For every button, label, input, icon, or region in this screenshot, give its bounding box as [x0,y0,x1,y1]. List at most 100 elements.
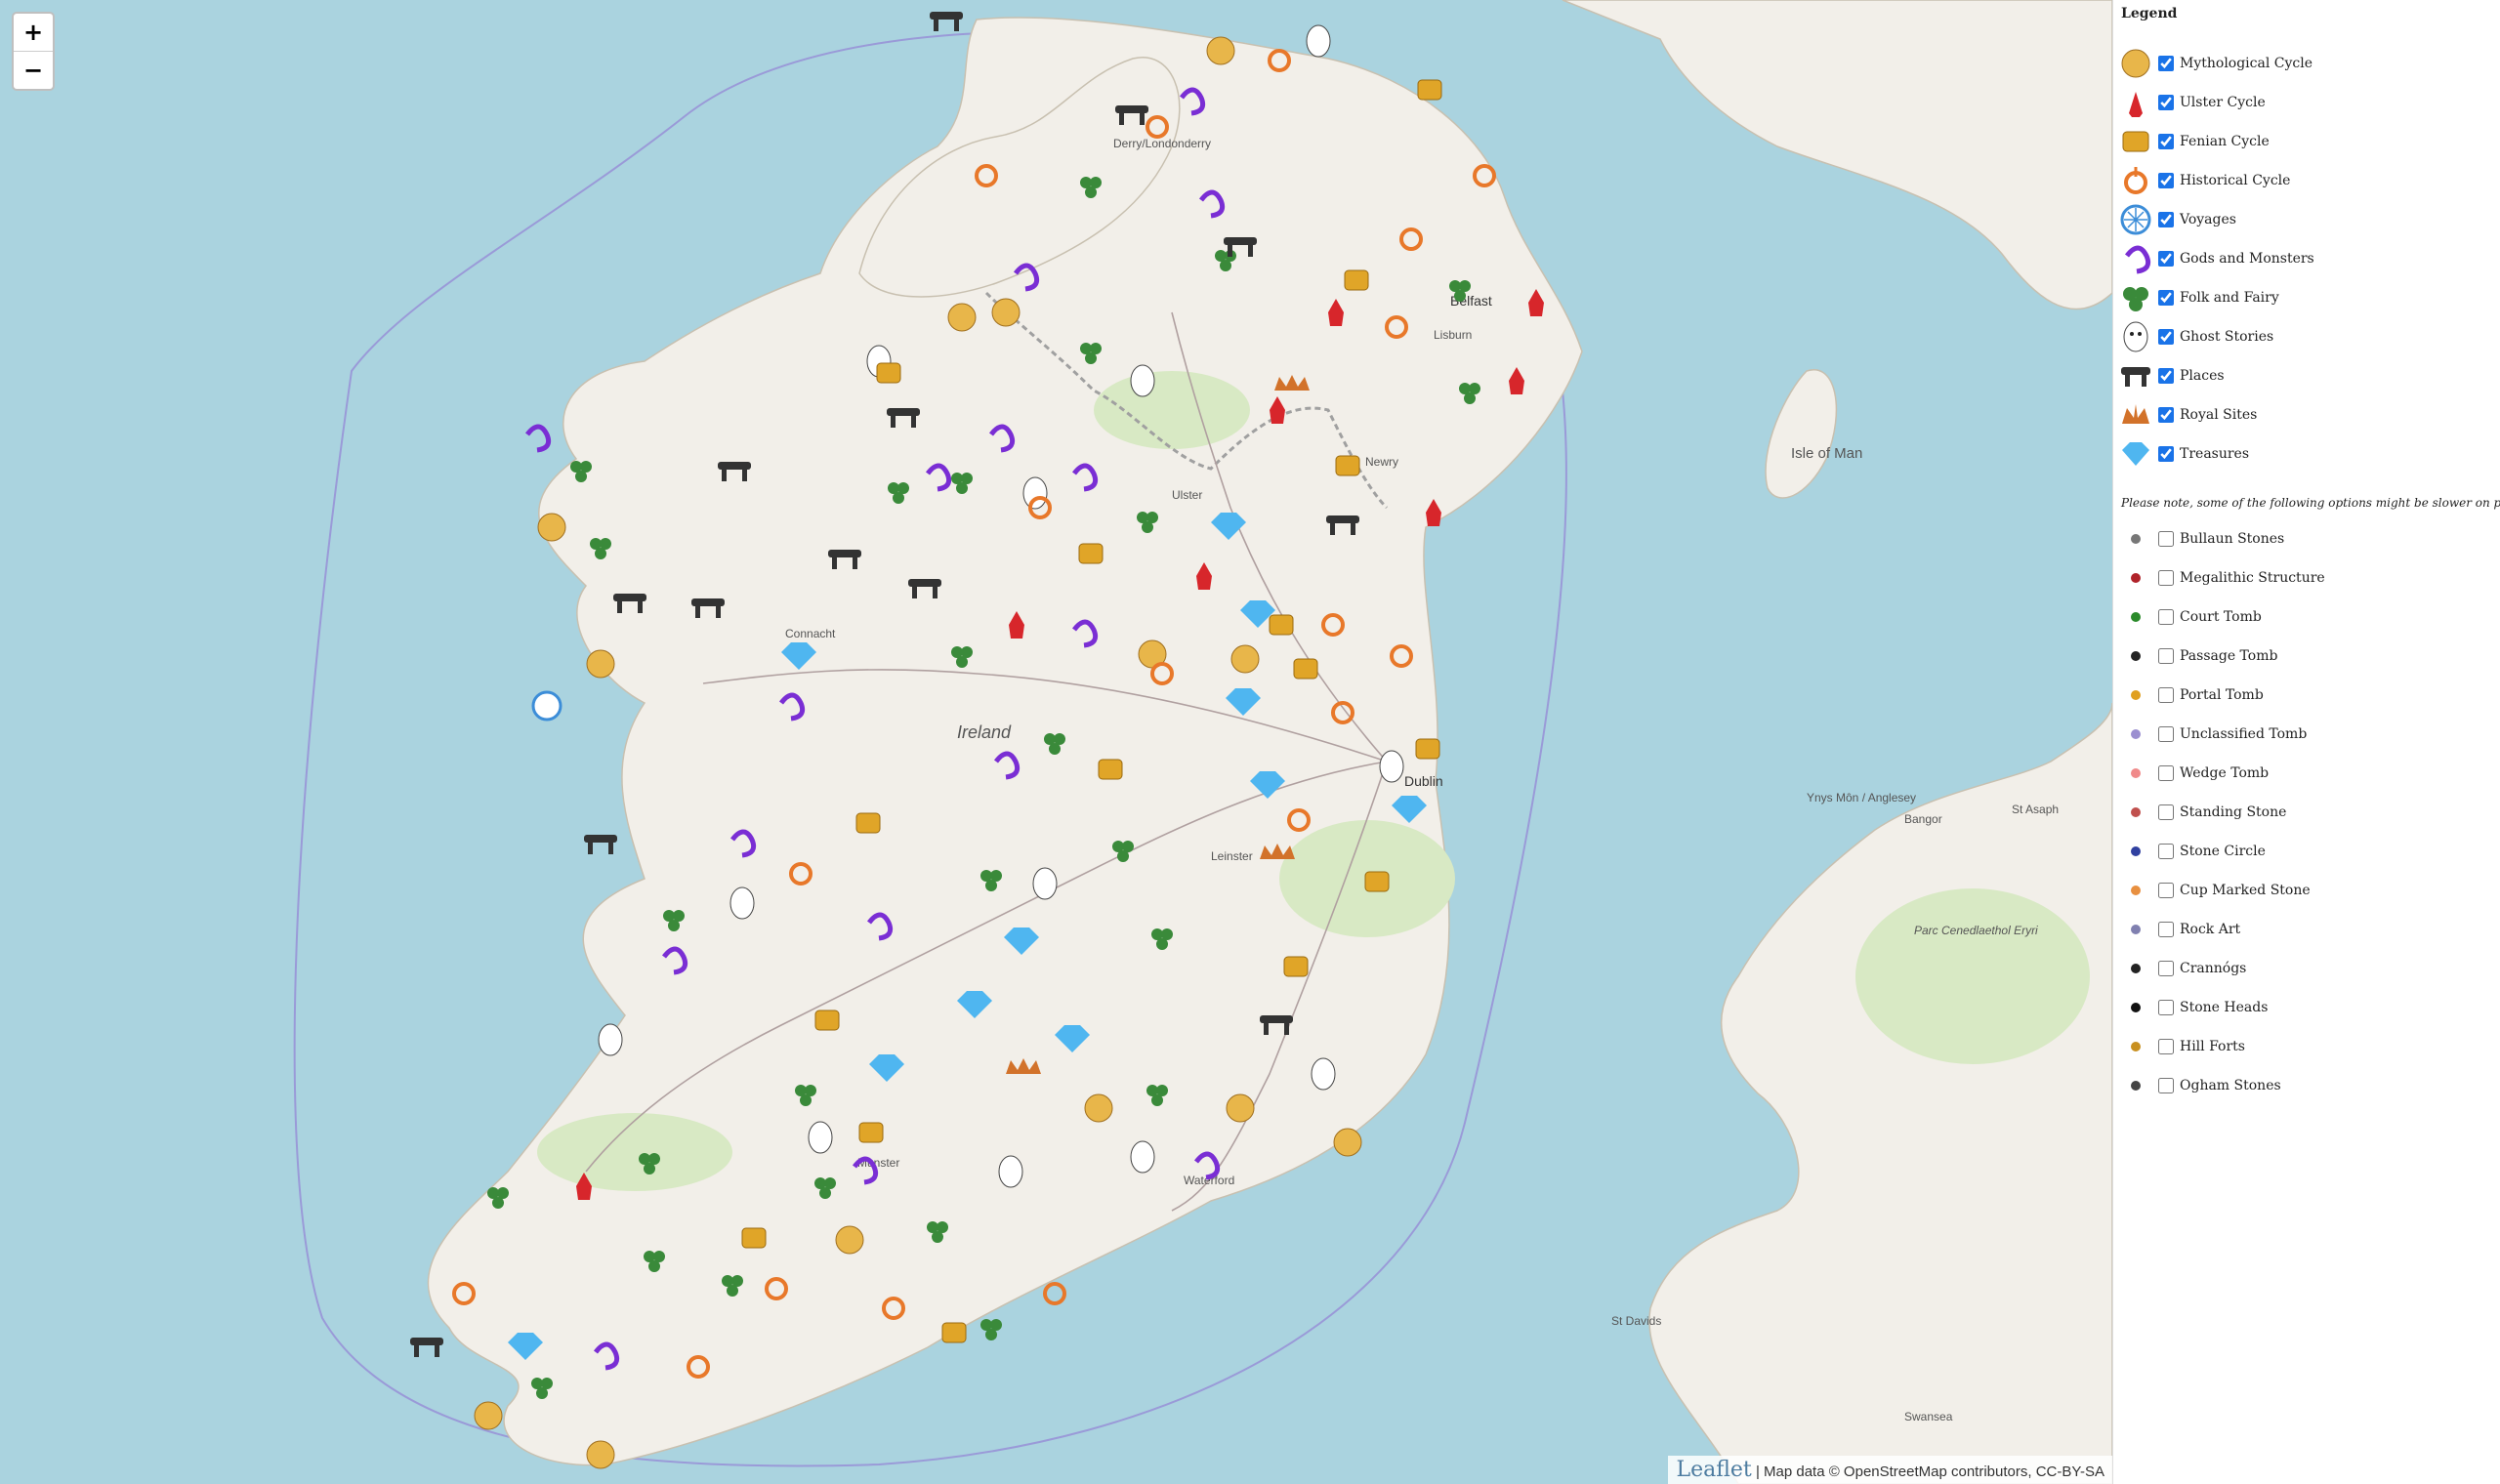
serpent-icon [1072,619,1099,648]
serpent-icon [994,751,1021,780]
dot-icon [2113,793,2158,832]
sun-orb-icon [1333,1128,1362,1157]
legend-row[interactable]: Cup Marked Stone [2113,871,2311,910]
map-view[interactable]: + − Derry/Londonderry Belfast Lisburn Ne… [0,0,2112,1484]
ghost-icon [1379,750,1404,783]
legend-row[interactable]: Passage Tomb [2113,637,2277,676]
toggle-stone-circle[interactable] [2158,844,2174,859]
compass-icon [531,690,562,721]
legend-row[interactable]: Bullaun Stones [2113,519,2284,558]
legend-label: Portal Tomb [2180,687,2264,703]
legend-row[interactable]: Fenian Cycle [2113,122,2270,161]
legend-label: Royal Sites [2180,407,2258,423]
zoom-out-button[interactable]: − [14,51,53,89]
zoom-in-button[interactable]: + [14,14,53,51]
sun-orb-icon [1206,36,1235,65]
legend-row[interactable]: Wedge Tomb [2113,754,2269,793]
toggle-bullaun-stones[interactable] [2158,531,2174,547]
toggle-folk-and-fairy[interactable] [2158,290,2174,306]
legend-row[interactable]: Gods and Monsters [2113,239,2314,278]
legend-row[interactable]: Portal Tomb [2113,676,2264,715]
toggle-voyages[interactable] [2158,212,2174,227]
legend-row[interactable]: Crannógs [2113,949,2246,988]
legend-row[interactable]: Ulster Cycle [2113,83,2266,122]
dot-icon [2113,519,2158,558]
legend-row[interactable]: Folk and Fairy [2113,278,2279,317]
toggle-royal-sites[interactable] [2158,407,2174,423]
legend-label: Places [2180,368,2225,384]
sun-orb-icon [586,649,615,679]
legend-title: Legend [2121,6,2178,21]
legend-label: Megalithic Structure [2180,570,2325,586]
toggle-ulster-cycle[interactable] [2158,95,2174,110]
legend-label: Folk and Fairy [2180,290,2279,306]
hounds-icon [2113,122,2158,161]
serpent-icon [779,692,806,721]
legend-row[interactable]: Treasures [2113,434,2249,474]
legend-label: Cup Marked Stone [2180,883,2311,898]
toggle-wedge-tomb[interactable] [2158,765,2174,781]
serpent-icon [525,424,552,453]
legend-row[interactable]: Unclassified Tomb [2113,715,2307,754]
toggle-historical-cycle[interactable] [2158,173,2174,188]
crown-icon [1006,1058,1041,1074]
legend-panel: Legend Mythological Cycle Ulster Cycle F… [2112,0,2500,1484]
legend-row[interactable]: Mythological Cycle [2113,44,2312,83]
serpent-icon [853,1156,879,1185]
toggle-stone-heads[interactable] [2158,1000,2174,1015]
ghost-icon [1022,476,1048,510]
gem-icon [1055,1025,1090,1052]
toggle-standing-stone[interactable] [2158,804,2174,820]
toggle-fenian-cycle[interactable] [2158,134,2174,149]
toggle-passage-tomb[interactable] [2158,648,2174,664]
toggle-hill-forts[interactable] [2158,1039,2174,1054]
toggle-mythological-cycle[interactable] [2158,56,2174,71]
legend-row[interactable]: Rock Art [2113,910,2240,949]
toggle-places[interactable] [2158,368,2174,384]
serpent-icon [989,424,1016,453]
legend-label: Gods and Monsters [2180,251,2314,267]
legend-row[interactable]: Ogham Stones [2113,1066,2281,1105]
legend-row[interactable]: Hill Forts [2113,1027,2245,1066]
legend-row[interactable]: Ghost Stories [2113,317,2273,356]
legend-row[interactable]: Stone Circle [2113,832,2266,871]
legend-row[interactable]: Stone Heads [2113,988,2268,1027]
crown-icon [2113,395,2158,434]
legend-label: Court Tomb [2180,609,2262,625]
toggle-court-tomb[interactable] [2158,609,2174,625]
toggle-treasures[interactable] [2158,446,2174,462]
legend-row[interactable]: Court Tomb [2113,598,2262,637]
legend-row[interactable]: Places [2113,356,2225,395]
gem-icon [508,1333,543,1360]
toggle-ogham-stones[interactable] [2158,1078,2174,1093]
marker-group [410,12,1544,1469]
ghost-icon [1306,24,1331,58]
leaflet-link[interactable]: Leaflet [1676,1458,1751,1482]
legend-row[interactable]: Megalithic Structure [2113,558,2325,598]
gem-icon [1392,796,1427,823]
toggle-unclassified-tomb[interactable] [2158,726,2174,742]
legend-row[interactable]: Voyages [2113,200,2236,239]
serpent-icon [926,463,952,492]
sun-orb-icon [1084,1093,1113,1123]
serpent-icon [1199,189,1226,219]
toggle-portal-tomb[interactable] [2158,687,2174,703]
sun-orb-icon [537,513,566,542]
toggle-gods-and-monsters[interactable] [2158,251,2174,267]
toggle-megalithic-structure[interactable] [2158,570,2174,586]
toggle-ghost-stories[interactable] [2158,329,2174,345]
toggle-crannogs[interactable] [2158,961,2174,976]
dot-icon [2113,949,2158,988]
legend-row[interactable]: Royal Sites [2113,395,2257,434]
ghost-icon [1032,867,1058,900]
serpent-icon [594,1341,620,1371]
gem-icon [1250,771,1285,799]
dot-icon [2113,1027,2158,1066]
ghost-icon [598,1023,623,1056]
crown-icon [1274,375,1310,391]
legend-row[interactable]: Historical Cycle [2113,161,2290,200]
toggle-rock-art[interactable] [2158,922,2174,937]
toggle-cup-marked-stone[interactable] [2158,883,2174,898]
dot-icon [2113,715,2158,754]
legend-row[interactable]: Standing Stone [2113,793,2286,832]
